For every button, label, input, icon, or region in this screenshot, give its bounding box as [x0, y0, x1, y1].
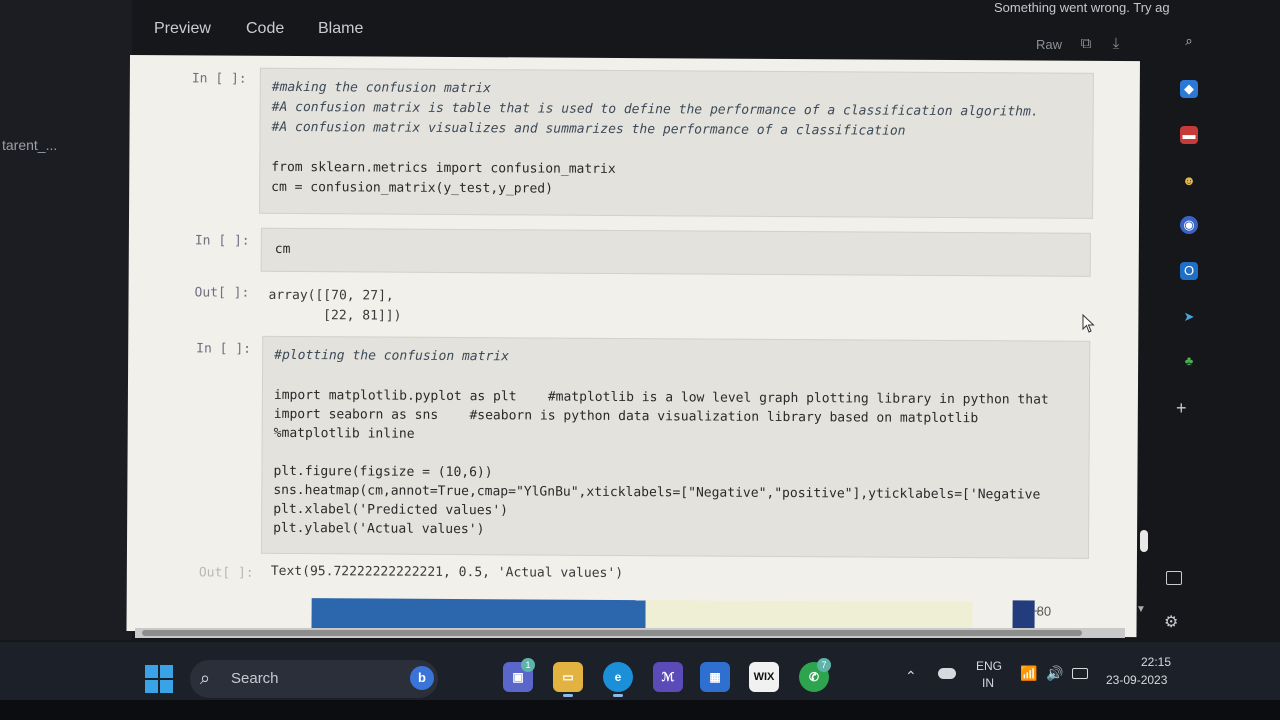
cell-1-line-1: #making the confusion matrix	[271, 79, 492, 97]
visual-studio-icon[interactable]: ℳ	[653, 662, 683, 692]
error-message: Something went wrong. Try ag	[994, 0, 1170, 15]
horizontal-scrollbar-thumb[interactable]	[142, 630, 1082, 636]
tag-icon[interactable]: ◆	[1180, 80, 1198, 98]
language-indicator[interactable]: ENG	[976, 659, 1002, 673]
taskbar-search-placeholder: Search	[231, 670, 279, 687]
search-icon[interactable]: ⌕	[1180, 32, 1198, 50]
microsoft-store-icon[interactable]: ▦	[700, 662, 730, 692]
search-icon: ⌕	[200, 668, 211, 688]
file-explorer-icon[interactable]: ▭	[553, 662, 583, 692]
mouse-pointer-icon	[1082, 314, 1095, 333]
taskbar-search-input[interactable]	[190, 660, 438, 698]
notification-badge: 7	[817, 658, 831, 672]
cell-2-output-line-1: array([[70, 27],	[268, 287, 394, 304]
panel-toggle-icon[interactable]	[1166, 571, 1182, 585]
left-pane-label[interactable]: tarent_...	[2, 137, 57, 153]
copy-icon[interactable]: ⧉	[1078, 36, 1094, 52]
cell-2-prompt: In [ ]:	[194, 233, 250, 249]
add-icon[interactable]: +	[1176, 398, 1187, 419]
wix-icon[interactable]: WIX	[749, 662, 779, 692]
notification-badge: 1	[521, 658, 535, 672]
vertical-scrollbar-thumb[interactable]	[1140, 530, 1148, 552]
bing-icon[interactable]: b	[410, 666, 434, 690]
cell-2-code: cm	[274, 241, 291, 257]
screen: tarent_... Preview Code Blame Something …	[0, 0, 1280, 720]
onedrive-cloud-icon[interactable]	[938, 668, 956, 679]
cell-3-line-1: #plotting the confusion matrix	[274, 347, 510, 365]
cell-3-out-prompt: Out[ ]:	[198, 565, 254, 581]
scroll-down-arrow-icon[interactable]: ▼	[1136, 604, 1146, 615]
tab-preview[interactable]: Preview	[154, 20, 211, 38]
people-icon[interactable]: ☻	[1180, 172, 1198, 190]
cell-3-output: Text(95.72222222222221, 0.5, 'Actual val…	[270, 563, 624, 582]
battery-icon[interactable]	[1072, 668, 1088, 679]
cell-2-input[interactable]	[260, 227, 1091, 277]
cell-3-line-9: plt.xlabel('Predicted values')	[273, 501, 509, 519]
cell-3-line-10: plt.ylabel('Actual values')	[273, 520, 485, 538]
volume-icon[interactable]: 🔊	[1046, 665, 1063, 682]
tray-overflow-chevron-icon[interactable]: ⌃	[905, 668, 917, 685]
monitor-bezel	[0, 700, 1280, 720]
colorbar-tick-label: 80	[1036, 603, 1052, 619]
download-icon[interactable]: ⤓	[1108, 36, 1124, 52]
cell-1-line-6: cm = confusion_matrix(y_test,y_pred)	[271, 179, 554, 197]
cell-2-out-prompt: Out[ ]:	[194, 285, 250, 301]
raw-button[interactable]: Raw	[1036, 37, 1062, 52]
toolbox-icon[interactable]: ▬	[1180, 126, 1198, 144]
settings-gear-icon[interactable]: ⚙	[1164, 612, 1178, 632]
cell-1-line-5: from sklearn.metrics import confusion_ma…	[271, 159, 616, 177]
clock-time[interactable]: 22:15	[1141, 655, 1171, 669]
tree-icon[interactable]: ♣	[1180, 352, 1198, 370]
outlook-icon[interactable]: O	[1180, 262, 1198, 280]
edge-browser-icon[interactable]: e	[603, 662, 633, 692]
cell-1-prompt: In [ ]:	[191, 71, 247, 87]
tab-blame[interactable]: Blame	[318, 20, 363, 38]
copilot-icon[interactable]: ◉	[1180, 216, 1198, 234]
active-app-indicator	[563, 694, 573, 697]
clock-date[interactable]: 23-09-2023	[1106, 673, 1167, 687]
left-pane	[0, 0, 132, 640]
cell-1-line-3: #A confusion matrix visualizes and summa…	[271, 119, 906, 139]
tab-code[interactable]: Code	[246, 20, 284, 38]
notebook-page: In [ ]: #making the confusion matrix #A …	[126, 55, 1140, 638]
telegram-icon[interactable]: ➤	[1180, 308, 1198, 326]
language-region[interactable]: IN	[982, 676, 994, 690]
cell-3-line-5: %matplotlib inline	[273, 425, 415, 442]
cell-3-prompt: In [ ]:	[196, 341, 252, 357]
cell-3-line-7: plt.figure(figsize = (10,6))	[273, 463, 493, 481]
windows-start-icon[interactable]	[145, 665, 173, 693]
wifi-icon[interactable]: 📶	[1020, 665, 1037, 682]
cell-2-output-line-2: [22, 81]])	[268, 307, 402, 324]
active-app-indicator	[613, 694, 623, 697]
